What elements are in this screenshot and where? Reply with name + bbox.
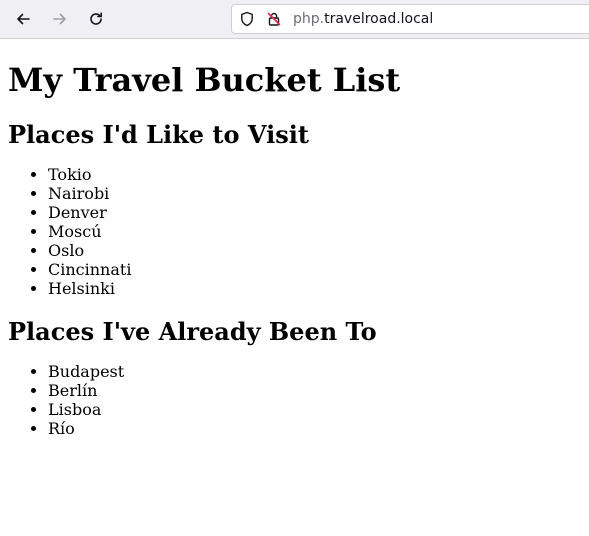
visited-list: Budapest Berlín Lisboa Río [8,362,581,438]
list-item: Tokio [48,165,581,184]
list-item: Moscú [48,222,581,241]
url-text[interactable]: php.travelroad.local [293,11,433,27]
reload-button[interactable] [84,7,108,31]
arrow-right-icon [53,13,66,25]
arrow-left-icon [17,13,30,25]
list-item: Lisboa [48,400,581,419]
list-item: Helsinki [48,279,581,298]
shield-icon[interactable] [239,11,255,27]
list-item: Budapest [48,362,581,381]
page-content: My Travel Bucket List Places I'd Like to… [0,61,589,438]
list-item: Denver [48,203,581,222]
to-visit-heading: Places I'd Like to Visit [8,120,309,149]
list-item: Oslo [48,241,581,260]
visited-heading: Places I've Already Been To [8,317,377,346]
list-item: Río [48,419,581,438]
to-visit-list: Tokio Nairobi Denver Moscú Oslo Cincinna… [8,165,581,298]
url-bar[interactable]: php.travelroad.local [231,4,589,34]
list-item: Nairobi [48,184,581,203]
browser-toolbar: php.travelroad.local [0,0,589,39]
list-item: Berlín [48,381,581,400]
list-item: Cincinnati [48,260,581,279]
back-button[interactable] [11,7,35,31]
page-title: My Travel Bucket List [8,61,401,99]
insecure-lock-icon[interactable] [266,11,282,27]
url-subdomain: php. [293,11,325,27]
forward-button[interactable] [48,7,72,31]
reload-icon [90,12,102,25]
url-host: travelroad.local [324,11,434,27]
